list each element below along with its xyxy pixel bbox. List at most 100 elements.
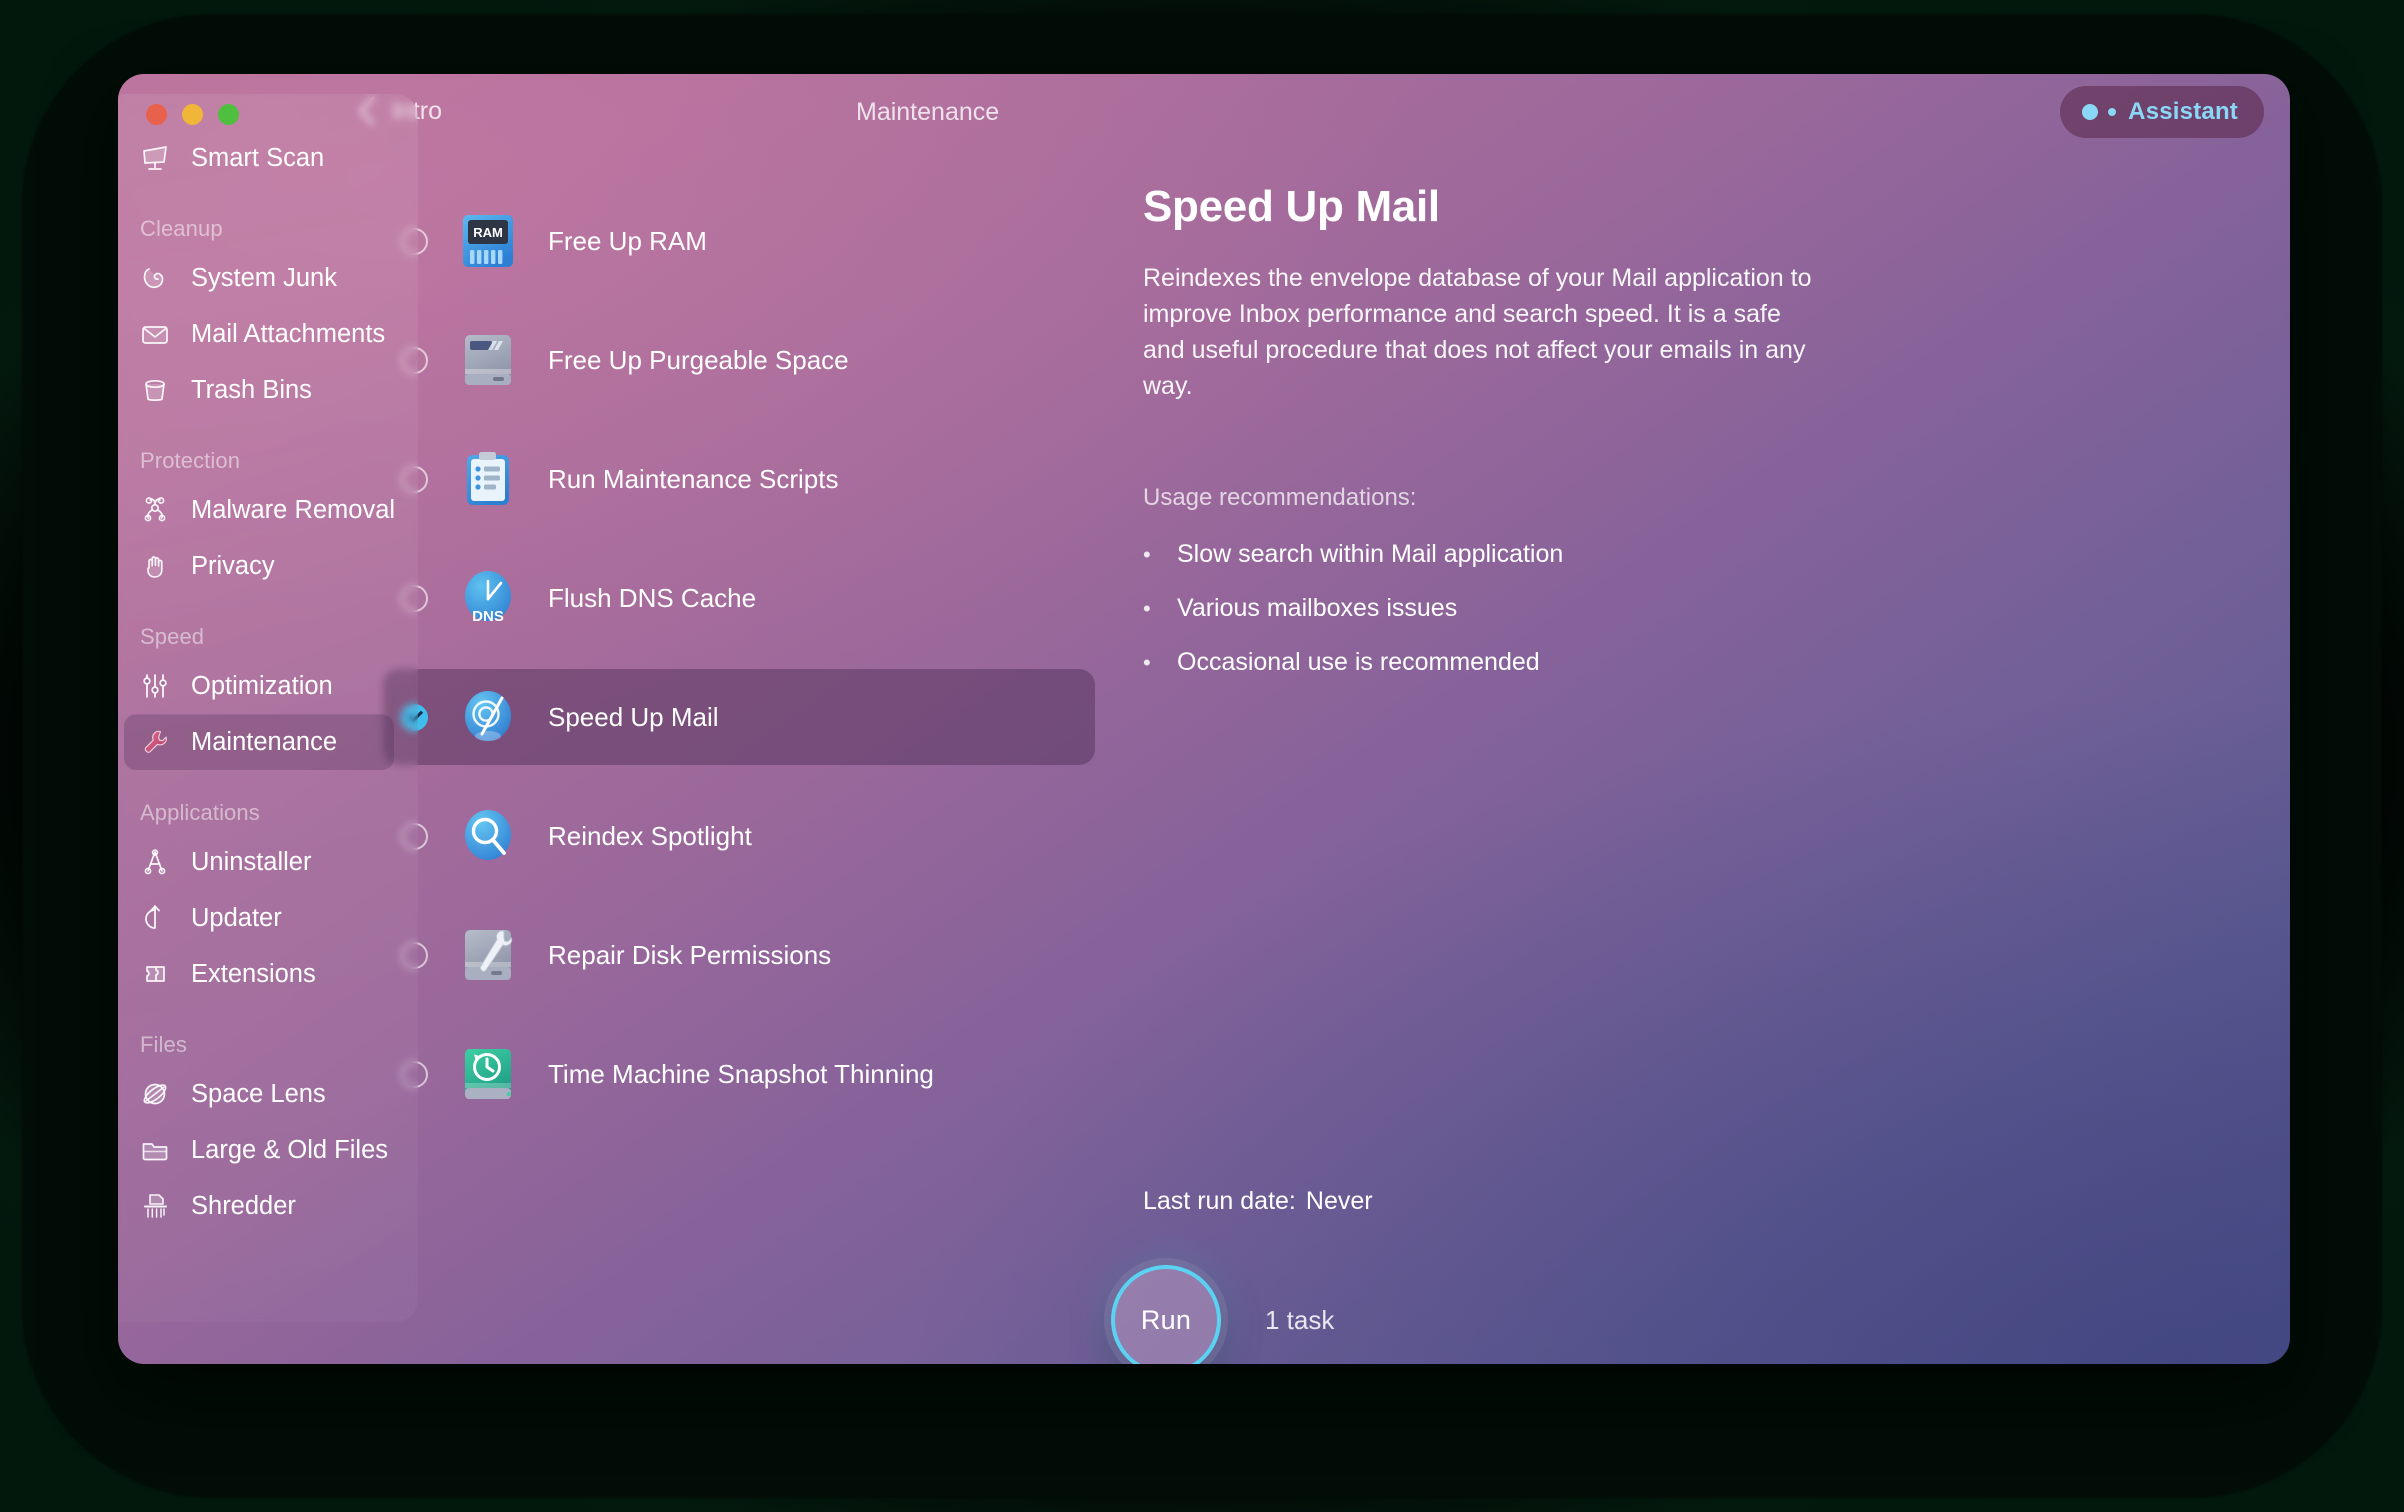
task-row[interactable]: Free Up Purgeable Space [383, 321, 1095, 399]
sidebar-item-updater[interactable]: Updater [124, 890, 394, 946]
time-machine-icon [459, 1045, 517, 1103]
assistant-label: Assistant [2128, 98, 2238, 125]
run-button[interactable]: Run [1111, 1265, 1221, 1364]
task-label: Run Maintenance Scripts [548, 463, 839, 494]
run-area: Run 1 task [1111, 1265, 1334, 1364]
sidebar-group-label-applications: Applications [140, 800, 260, 825]
sidebar-item-smart-scan[interactable]: Smart Scan [124, 130, 394, 186]
bullet-icon: • [1143, 596, 1151, 621]
task-label: Flush DNS Cache [548, 582, 757, 613]
sidebar-item-label: Malware Removal [191, 495, 396, 524]
sidebar-group-label-protection: Protection [140, 448, 241, 473]
wrench-icon [140, 727, 170, 757]
biohazard-icon [140, 495, 170, 525]
sidebar-group-label-speed: Speed [140, 624, 205, 649]
puzzle-piece-icon [140, 959, 170, 989]
usage-recommendation-text: Slow search within Mail application [1177, 540, 1564, 568]
assistant-button[interactable]: Assistant [2060, 86, 2264, 138]
usage-recommendation-item: • Occasional use is recommended [1143, 648, 1843, 678]
assistant-dot-large-icon [2082, 104, 2099, 120]
task-row[interactable]: Time Machine Snapshot Thinning [383, 1035, 1095, 1113]
svg-text:RAM: RAM [473, 225, 503, 240]
page-title: Maintenance [856, 98, 1000, 126]
close-button[interactable] [146, 104, 167, 125]
task-label: Time Machine Snapshot Thinning [548, 1058, 934, 1089]
sidebar-item-system-junk[interactable]: System Junk [124, 250, 394, 306]
sidebar-item-label: Large & Old Files [191, 1135, 389, 1164]
task-label: Repair Disk Permissions [548, 939, 832, 970]
sidebar-item-label: Extensions [191, 959, 316, 988]
trash-bin-icon [140, 375, 170, 405]
sidebar-item-label: Privacy [191, 551, 275, 580]
assistant-dot-small-icon [2108, 108, 2117, 116]
app-window: Intro Maintenance Assistant Smart ScanCl… [118, 74, 2290, 1364]
sidebar-item-label: Trash Bins [191, 375, 312, 404]
sidebar-item-shredder[interactable]: Shredder [124, 1178, 394, 1234]
sliders-icon [140, 671, 170, 701]
sidebar-item-label: Uninstaller [191, 847, 312, 876]
disk-wrench-icon [459, 926, 517, 984]
sidebar-item-label: Mail Attachments [191, 319, 386, 348]
task-count-label: 1 task [1265, 1304, 1335, 1335]
sidebar-group-label-files: Files [140, 1032, 187, 1057]
svg-text:DNS: DNS [472, 608, 504, 625]
dns-clock-icon: DNS [459, 569, 517, 627]
minimize-button[interactable] [182, 104, 203, 125]
clipboard-icon [459, 450, 517, 508]
maintenance-task-list: RAM Free Up RAM Free Up Purgeable Space Run… [383, 202, 1095, 1154]
desktop-backdrop: Intro Maintenance Assistant Smart ScanCl… [0, 0, 2404, 1512]
sidebar-item-space-lens[interactable]: Space Lens [124, 1066, 394, 1122]
usage-recommendations-title: Usage recommendations: [1143, 484, 1417, 511]
app-store-a-icon [140, 847, 170, 877]
task-row[interactable]: RAM Free Up RAM [383, 202, 1095, 280]
bullet-icon: • [1143, 542, 1151, 567]
sidebar-item-label: Maintenance [191, 727, 338, 756]
bullet-icon: • [1143, 650, 1151, 675]
usage-recommendation-text: Occasional use is recommended [1177, 648, 1540, 676]
sidebar-item-malware-removal[interactable]: Malware Removal [124, 482, 396, 538]
sidebar-item-label: Shredder [191, 1191, 296, 1220]
sidebar-item-label: Updater [191, 903, 282, 932]
envelope-icon [140, 319, 170, 349]
system-junk-icon [140, 263, 170, 293]
usage-recommendation-item: • Various mailboxes issues [1143, 594, 1843, 624]
task-label: Speed Up Mail [548, 701, 719, 732]
sidebar-item-label: Smart Scan [191, 143, 325, 172]
sidebar-item-privacy[interactable]: Privacy [124, 538, 394, 594]
task-label: Free Up Purgeable Space [548, 344, 849, 375]
hard-drive-icon [459, 331, 517, 389]
task-row[interactable]: Reindex Spotlight [383, 797, 1095, 875]
sidebar-group-label-cleanup: Cleanup [140, 216, 223, 241]
task-row[interactable]: Repair Disk Permissions [383, 916, 1095, 994]
sidebar-item-extensions[interactable]: Extensions [124, 946, 394, 1002]
smart-scan-icon [140, 143, 170, 173]
task-label: Reindex Spotlight [548, 820, 752, 851]
shredder-icon [140, 1191, 170, 1221]
sidebar-item-mail-attachments[interactable]: Mail Attachments [124, 306, 394, 362]
spotlight-search-icon [459, 807, 517, 865]
task-row[interactable]: Run Maintenance Scripts [383, 440, 1095, 518]
hand-icon [140, 551, 170, 581]
sidebar-item-trash-bins[interactable]: Trash Bins [124, 362, 394, 418]
usage-recommendation-text: Various mailboxes issues [1177, 594, 1458, 622]
task-label: Free Up RAM [548, 225, 707, 256]
update-arrow-icon [140, 903, 170, 933]
folder-icon [140, 1135, 170, 1165]
sidebar-item-large-old-files[interactable]: Large & Old Files [124, 1122, 394, 1178]
sidebar-item-maintenance[interactable]: Maintenance [124, 714, 394, 770]
detail-description: Reindexes the envelope database of your … [1143, 264, 1812, 400]
detail-title: Speed Up Mail [1143, 182, 1440, 231]
ram-chip-icon: RAM [459, 212, 517, 270]
sidebar-item-label: Space Lens [191, 1079, 326, 1108]
sidebar-item-optimization[interactable]: Optimization [124, 658, 394, 714]
sidebar-item-label: Optimization [191, 671, 333, 700]
task-row[interactable]: Speed Up Mail [383, 669, 1095, 765]
sidebar: Smart Scan Cleanup System Junk Mail Attachm… [118, 94, 418, 1322]
sidebar-item-uninstaller[interactable]: Uninstaller [124, 834, 394, 890]
task-row[interactable]: DNS Flush DNS Cache [383, 559, 1095, 637]
maximize-button[interactable] [218, 104, 239, 125]
usage-recommendations-list: • Slow search within Mail application • Var… [1143, 540, 1843, 678]
mail-speed-icon [459, 688, 517, 746]
detail-panel: Speed Up Mail Reindexes the envelope dat… [1143, 182, 1843, 702]
sidebar-item-label: System Junk [191, 263, 337, 292]
